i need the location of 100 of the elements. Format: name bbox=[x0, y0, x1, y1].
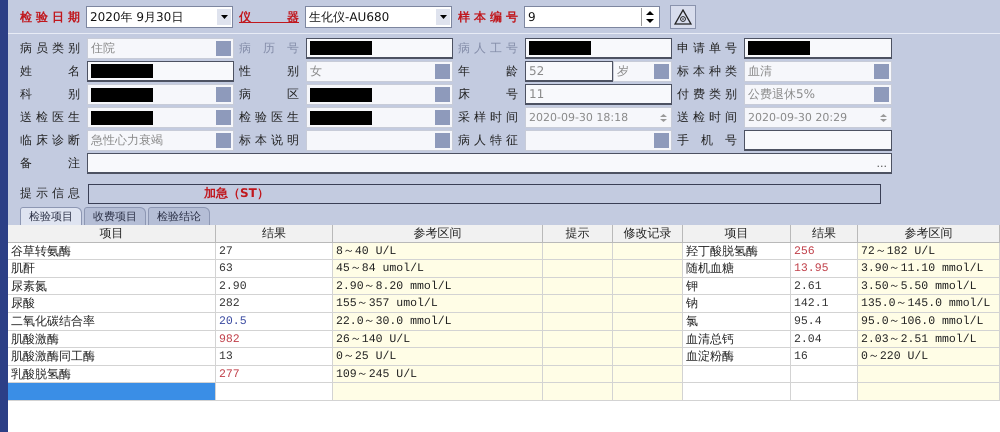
field-label: 手 机 号 bbox=[677, 132, 737, 149]
table-cell: 肌酸激酶同工酶 bbox=[8, 348, 216, 366]
dropdown-icon bbox=[654, 133, 669, 148]
table-cell[interactable] bbox=[8, 383, 216, 401]
remarks-field[interactable]: ... bbox=[87, 153, 892, 174]
form-field[interactable] bbox=[525, 38, 672, 59]
table-cell: 22.0～30.0 mmol/L bbox=[333, 312, 543, 331]
field-label: 送检时间 bbox=[677, 109, 737, 126]
table-cell: 钠 bbox=[683, 295, 791, 313]
field-label: 床 号 bbox=[458, 86, 518, 103]
table-cell: 3.50～5.50 mmol/L bbox=[858, 278, 1000, 296]
redaction-block bbox=[310, 88, 372, 102]
caret-icon bbox=[220, 15, 228, 19]
redaction-block bbox=[91, 110, 153, 124]
field-label: 临床诊断 bbox=[20, 132, 80, 149]
form-field[interactable]: 11 bbox=[525, 84, 672, 105]
table-cell: 72～182 U/L bbox=[858, 242, 1000, 260]
form-field[interactable]: 急性心力衰竭 bbox=[87, 130, 234, 151]
table-cell bbox=[543, 278, 613, 296]
form-field[interactable]: 住院 bbox=[87, 38, 234, 59]
column-header: 参考区间 bbox=[858, 225, 1000, 243]
table-cell: 26～140 U/L bbox=[333, 330, 543, 348]
field-label: 标本说明 bbox=[239, 132, 299, 149]
table-cell bbox=[613, 278, 683, 296]
date-dropdown[interactable]: 2020年 9月30日 bbox=[86, 6, 233, 28]
form-field[interactable] bbox=[744, 38, 892, 59]
column-header: 提示 bbox=[543, 225, 613, 243]
spin-arrows-icon bbox=[659, 111, 668, 125]
table-cell: 血清总钙 bbox=[683, 330, 791, 348]
table-cell bbox=[613, 312, 683, 331]
dropdown-icon bbox=[874, 87, 889, 102]
table-cell: 3.90～11.10 mmol/L bbox=[858, 260, 1000, 278]
table-cell: 肌酸激酶 bbox=[8, 330, 216, 348]
form-field[interactable]: 2020-09-30 18:18 bbox=[525, 107, 672, 128]
table-cell: 尿酸 bbox=[8, 295, 216, 313]
table-cell bbox=[543, 330, 613, 348]
field-label: 年 龄 bbox=[458, 63, 518, 80]
table-cell bbox=[543, 348, 613, 366]
form-field[interactable] bbox=[306, 38, 453, 59]
table-cell: 氯 bbox=[683, 312, 791, 331]
caret-icon bbox=[440, 15, 446, 19]
spin-arrows-icon bbox=[879, 111, 888, 125]
redaction-block bbox=[748, 41, 810, 55]
table-cell bbox=[613, 330, 683, 348]
form-field[interactable]: 女 bbox=[306, 61, 453, 82]
tab[interactable]: 检验结论 bbox=[148, 207, 210, 225]
table-cell bbox=[543, 295, 613, 313]
table-cell: 155～357 umol/L bbox=[333, 295, 543, 313]
table-cell: 95.0～106.0 mmol/L bbox=[858, 312, 1000, 331]
ellipsis-button[interactable]: ... bbox=[876, 156, 891, 170]
table-cell: 109～245 U/L bbox=[333, 366, 543, 384]
field-label: 病 历 号 bbox=[239, 40, 299, 57]
tab[interactable]: 检验项目 bbox=[20, 207, 82, 225]
column-header: 结果 bbox=[216, 225, 333, 243]
hint-text: 加急（ST） bbox=[204, 185, 269, 202]
field-label: 病 区 bbox=[239, 86, 299, 103]
form-field[interactable] bbox=[87, 61, 234, 82]
biohazard-button[interactable] bbox=[670, 5, 696, 29]
table-cell: 0～220 U/L bbox=[858, 348, 1000, 366]
table-cell: 45～84 umol/L bbox=[333, 260, 543, 278]
field-label: 仪 器 bbox=[239, 8, 299, 26]
redaction-block bbox=[529, 41, 591, 55]
age-field[interactable]: 52 bbox=[525, 61, 613, 82]
instrument-dropdown[interactable]: 生化仪-AU680 bbox=[305, 6, 452, 28]
form-field[interactable]: 血清 bbox=[744, 61, 892, 82]
dropdown-icon bbox=[435, 87, 450, 102]
dropdown-icon bbox=[654, 64, 669, 79]
table-cell bbox=[613, 295, 683, 313]
form-field[interactable] bbox=[744, 130, 892, 151]
table-cell bbox=[543, 312, 613, 331]
field-label: 申请单号 bbox=[677, 40, 737, 57]
field-label: 科 别 bbox=[20, 86, 80, 103]
dropdown-icon bbox=[216, 41, 231, 56]
field-label: 检验医生 bbox=[239, 109, 299, 126]
field-label: 检验日期 bbox=[20, 8, 80, 26]
field-label: 送检医生 bbox=[20, 109, 80, 126]
table-cell: 随机血糖 bbox=[683, 260, 791, 278]
redaction-block bbox=[310, 41, 372, 55]
dropdown-icon bbox=[216, 133, 231, 148]
sample-number-field[interactable]: 9 bbox=[524, 6, 660, 28]
unit-dropdown[interactable]: 岁 bbox=[613, 61, 672, 82]
field-label: 备 注 bbox=[20, 155, 80, 172]
form-field[interactable]: 2020-09-30 20:29 bbox=[744, 107, 892, 128]
tab[interactable]: 收费项目 bbox=[84, 207, 146, 225]
table-cell bbox=[543, 242, 613, 260]
table-cell: 钾 bbox=[683, 278, 791, 296]
table-cell: 尿素氮 bbox=[8, 278, 216, 296]
table-cell: 2.03～2.51 mmol/L bbox=[858, 330, 1000, 348]
table-cell bbox=[543, 383, 613, 401]
field-label: 提示信息 bbox=[20, 185, 80, 202]
table-cell: 二氧化碳结合率 bbox=[8, 312, 216, 331]
table-cell bbox=[543, 260, 613, 278]
redaction-block bbox=[91, 64, 153, 78]
field-label: 样本编号 bbox=[458, 8, 518, 26]
table-cell: 8～40 U/L bbox=[333, 242, 543, 260]
table-cell bbox=[613, 383, 683, 401]
table-cell bbox=[613, 366, 683, 384]
field-label: 付费类别 bbox=[677, 86, 737, 103]
dropdown-icon bbox=[435, 64, 450, 79]
form-field[interactable]: 公费退休5% bbox=[744, 84, 892, 105]
